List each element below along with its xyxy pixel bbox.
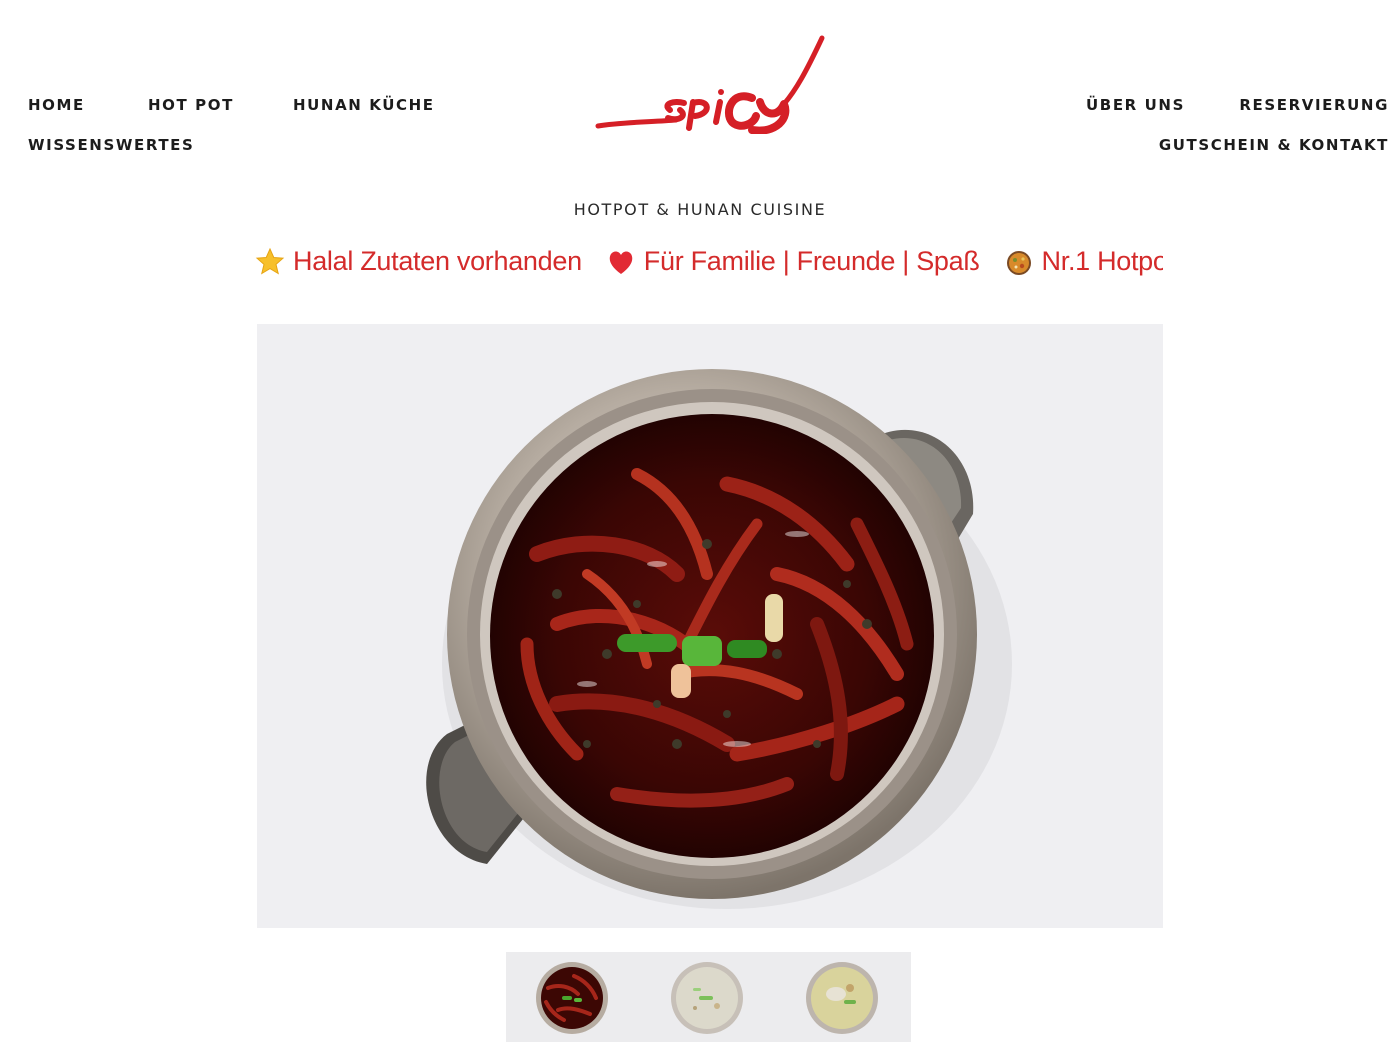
heart-icon [606, 247, 636, 277]
nav-link-reservierung[interactable]: RESERVIERUNG [1239, 96, 1389, 114]
info-ticker: Halal Zutaten vorhanden Für Familie | Fr… [255, 246, 1163, 286]
nav-link-hunan-kueche[interactable]: HUNAN KÜCHE [293, 96, 435, 114]
gallery-thumbnails [506, 952, 911, 1042]
ticker-item: Für Familie | Freunde | Spaß [606, 246, 980, 277]
thumbnail-mushroom-broth[interactable] [776, 952, 911, 1042]
nav-link-ueber-uns[interactable]: ÜBER UNS [1086, 96, 1185, 114]
ticker-item: Halal Zutaten vorhanden [255, 246, 582, 277]
star-icon [255, 247, 285, 277]
thumbnail-spicy-broth[interactable] [506, 952, 641, 1042]
ticker-item: Nr.1 Hotpot in H [1004, 246, 1163, 277]
ticker-text: Halal Zutaten vorhanden [293, 246, 582, 276]
spicy-logo[interactable] [592, 32, 827, 135]
ticker-text: Für Familie | Freunde | Spaß [643, 246, 980, 276]
ticker-text: Nr.1 Hotpot in H [1041, 246, 1163, 276]
nav-link-wissenswertes[interactable]: WISSENSWERTES [28, 136, 194, 154]
hotpot-icon [1004, 247, 1034, 277]
nav-link-gutschein-kontakt[interactable]: GUTSCHEIN & KONTAKT [1159, 136, 1389, 154]
hero-hotpot-image [257, 324, 1163, 928]
thumbnail-clear-broth[interactable] [641, 952, 776, 1042]
nav-link-hot-pot[interactable]: HOT POT [148, 96, 234, 114]
tagline: HOTPOT & HUNAN CUISINE [573, 200, 827, 219]
nav-link-home[interactable]: HOME [28, 96, 85, 114]
